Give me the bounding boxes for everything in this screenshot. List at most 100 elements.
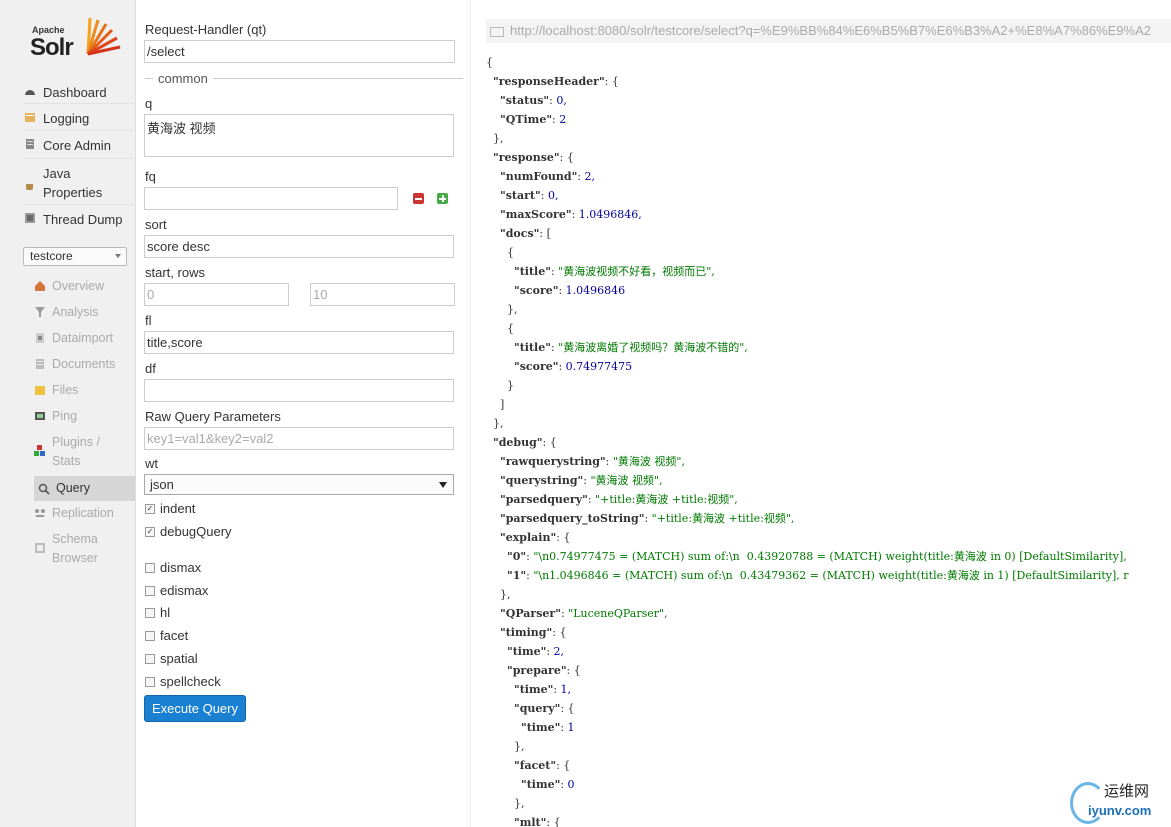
sidebar-item-label: Thread Dump (43, 212, 123, 227)
ping-icon (35, 412, 45, 420)
solr-logo[interactable]: Apache Solr (28, 14, 123, 66)
core-item-documents[interactable]: Documents (34, 355, 135, 374)
wt-label: wt (145, 456, 158, 471)
json-line: "timing": { (500, 626, 567, 639)
thread-dump-icon (25, 213, 35, 223)
fl-label: fl (145, 313, 152, 328)
sidebar-item-logging[interactable]: Logging (24, 103, 134, 128)
core-item-dataimport[interactable]: Dataimport (34, 329, 135, 348)
json-line: "numFound": 2, (500, 170, 596, 183)
indent-label: indent (160, 501, 196, 516)
hl-label: hl (160, 605, 171, 620)
qt-label: Request-Handler (qt) (145, 22, 267, 37)
spatial-label: spatial (160, 651, 198, 666)
dismax-checkbox[interactable]: dismax (145, 560, 201, 575)
json-line: "query": { (513, 702, 575, 715)
json-line: { (486, 56, 493, 69)
fl-input[interactable]: title,score (144, 331, 454, 354)
sort-label: sort (145, 217, 167, 232)
watermark-logo: 运维网 iyunv.com (1066, 778, 1171, 826)
schema-browser-icon (35, 543, 45, 553)
core-item-label: Plugins / Stats (52, 435, 100, 468)
edismax-checkbox[interactable]: edismax (145, 583, 208, 598)
core-item-plugins-stats[interactable]: Plugins / Stats (34, 433, 135, 471)
json-line: "title": "黄海波视频不好看，视频而已", (513, 265, 715, 278)
core-item-schema-browser[interactable]: Schema Browser (34, 530, 135, 568)
json-line: "response": { (493, 151, 574, 164)
json-line: "responseHeader": { (493, 75, 619, 88)
json-line: "time": 1 (520, 721, 575, 734)
chevron-down-icon (115, 254, 121, 258)
json-line: "prepare": { (506, 664, 581, 677)
start-rows-label: start, rows (145, 265, 205, 280)
sidebar-item-dashboard[interactable]: Dashboard (24, 78, 134, 102)
fq-label: fq (145, 169, 156, 184)
dismax-label: dismax (160, 560, 202, 575)
debug-query-label: debugQuery (160, 524, 232, 539)
add-fq-icon[interactable] (437, 193, 448, 204)
json-line: "score": 0.74977475 (513, 360, 633, 373)
json-line: "QTime": 2 (500, 113, 567, 126)
response-url-link[interactable]: http://localhost:8080/solr/testcore/sele… (486, 19, 1171, 43)
core-selector[interactable]: testcore (23, 247, 127, 266)
start-input[interactable]: 0 (144, 283, 289, 306)
json-line: "mlt": { (513, 816, 561, 827)
json-line: "querystring": "黄海波 视频", (500, 474, 663, 487)
response-panel: http://localhost:8080/solr/testcore/sele… (472, 0, 1171, 827)
q-textarea[interactable]: 黄海波 视频 (144, 114, 454, 157)
common-fieldset-legend: common (145, 71, 463, 86)
df-input[interactable] (144, 379, 454, 402)
fq-input[interactable] (144, 187, 398, 210)
hl-checkbox[interactable]: hl (145, 605, 170, 620)
documents-icon (36, 359, 44, 369)
remove-fq-icon[interactable] (413, 193, 424, 204)
json-line: "parsedquery_toString": "+title:黄海波 +tit… (500, 512, 795, 525)
raw-params-input[interactable]: key1=val1&key2=val2 (144, 427, 454, 450)
wt-select[interactable]: json (144, 474, 454, 495)
json-line: "explain": { (500, 531, 571, 544)
core-item-files[interactable]: Files (34, 381, 135, 400)
json-line: "0": "\n0.74977475 = (MATCH) sum of:\n 0… (506, 550, 1127, 563)
sidebar-item-label: Core Admin (43, 138, 111, 153)
edismax-label: edismax (160, 583, 209, 598)
java-properties-icon (26, 184, 33, 190)
checkmark-icon: ✓ (145, 526, 155, 537)
json-line: "status": 0, (500, 94, 567, 107)
sidebar-item-thread-dump[interactable]: Thread Dump (24, 204, 134, 229)
core-item-query[interactable]: Query (34, 476, 135, 501)
core-item-analysis[interactable]: Analysis (34, 303, 135, 322)
json-line: "QParser": "LuceneQParser", (500, 607, 668, 620)
sidebar-item-core-admin[interactable]: Core Admin (24, 130, 134, 155)
df-label: df (145, 361, 156, 376)
spatial-checkbox[interactable]: spatial (145, 651, 198, 666)
json-line: { (486, 322, 514, 335)
sidebar-item-label: Java Properties (43, 166, 103, 200)
sidebar-item-java-properties[interactable]: Java Properties (24, 158, 134, 202)
spellcheck-checkbox[interactable]: spellcheck (145, 674, 221, 689)
execute-query-button[interactable]: Execute Query (144, 695, 246, 722)
core-item-ping[interactable]: Ping (34, 407, 135, 426)
sort-input[interactable]: score desc (144, 235, 454, 258)
analysis-icon (35, 307, 45, 317)
plugins-icon (34, 445, 45, 456)
json-line: "start": 0, (500, 189, 559, 202)
query-icon (38, 483, 50, 495)
indent-checkbox[interactable]: ✓ indent (145, 501, 195, 516)
checkmark-icon: ✓ (145, 503, 155, 514)
core-item-overview[interactable]: Overview (34, 277, 135, 296)
core-item-label: Files (52, 383, 79, 397)
debug-query-checkbox[interactable]: ✓ debugQuery (145, 524, 232, 539)
qt-input[interactable]: /select (144, 40, 455, 63)
core-item-replication[interactable]: Replication (34, 504, 135, 523)
json-line: "maxScore": 1.0496846, (500, 208, 642, 221)
files-icon (35, 386, 45, 395)
solr-sun-icon (86, 17, 121, 56)
json-line: "score": 1.0496846 (513, 284, 626, 297)
facet-checkbox[interactable]: facet (145, 628, 188, 643)
watermark-line2: iyunv.com (1088, 803, 1152, 818)
sidebar: Apache Solr Dashboard Logging Core Admin… (0, 0, 136, 827)
query-form: Request-Handler (qt) /select common q 黄海… (136, 0, 471, 827)
rows-input[interactable]: 10 (310, 283, 455, 306)
json-line: }, (486, 588, 511, 601)
json-line: "facet": { (513, 759, 571, 772)
